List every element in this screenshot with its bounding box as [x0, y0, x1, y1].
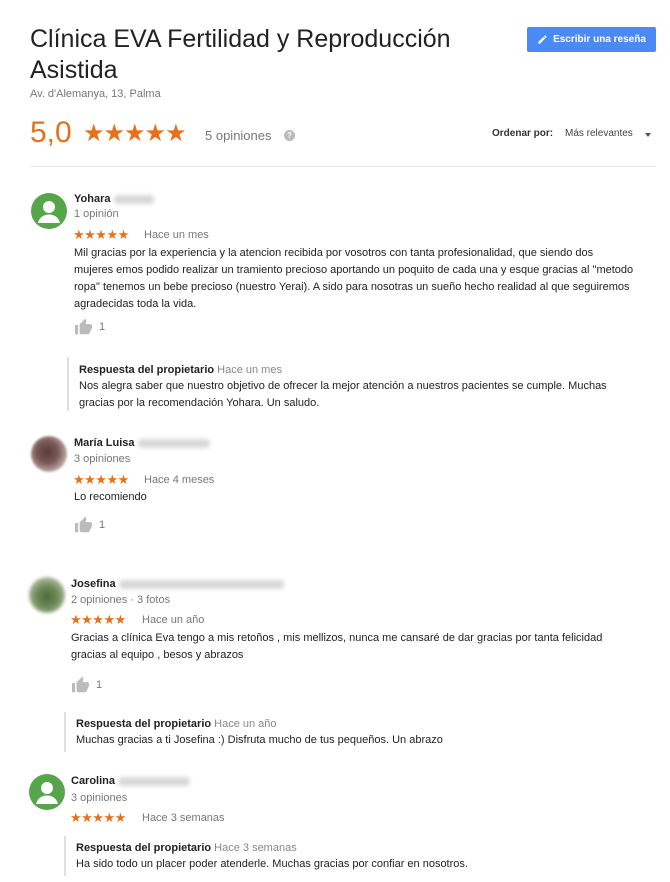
review-time: Hace un año	[142, 614, 205, 626]
avatar[interactable]	[29, 577, 65, 613]
write-review-button[interactable]: Escribir una reseña	[527, 27, 656, 52]
divider	[30, 166, 656, 167]
review-text: Gracias a clínica Eva tengo a mis retoño…	[71, 632, 603, 661]
review-stars: ★★★★★	[73, 227, 129, 242]
avatar[interactable]	[31, 193, 67, 229]
review-stars: ★★★★★	[70, 612, 126, 627]
owner-reply-title: Respuesta del propietario Hace un mes	[79, 364, 282, 376]
blurred-surname	[113, 194, 154, 204]
reviewer-name[interactable]: María Luisa	[74, 437, 210, 449]
review-time: Hace un mes	[144, 229, 209, 241]
blurred-surname	[118, 776, 191, 786]
owner-reply-title: Respuesta del propietario Hace 3 semanas	[76, 842, 297, 854]
like-button[interactable]: 1	[71, 676, 102, 693]
like-count: 1	[99, 320, 106, 333]
review-time: Hace 4 meses	[144, 474, 215, 486]
reply-bar	[64, 712, 66, 752]
help-icon[interactable]: ?	[284, 130, 295, 141]
owner-reply-time: Hace 3 semanas	[214, 842, 297, 854]
average-rating: 5,0	[30, 116, 72, 149]
blurred-surname	[118, 579, 284, 589]
thumbs-up-icon	[72, 676, 89, 693]
caret-down-icon[interactable]	[645, 133, 651, 137]
like-count: 1	[99, 518, 106, 531]
like-button[interactable]: 1	[74, 318, 105, 335]
page-title: Clínica EVA Fertilidad y Reproducción As…	[30, 25, 451, 84]
review-text: Lo recomiendo	[74, 491, 147, 503]
business-address: Av. d'Alemanya, 13, Palma	[30, 88, 161, 100]
thumbs-up-icon	[75, 516, 92, 533]
like-button[interactable]: 1	[74, 516, 105, 533]
review-count[interactable]: 5 opiniones	[205, 128, 272, 143]
reviewer-meta: 3 opiniones	[71, 792, 128, 804]
thumbs-up-icon	[75, 318, 92, 335]
sort-label: Ordenar por:	[492, 128, 554, 139]
owner-reply-time: Hace un mes	[217, 364, 282, 376]
reviewer-name[interactable]: Yohara	[74, 193, 154, 205]
review-text: Mil gracias por la experiencia y la aten…	[74, 247, 634, 310]
reviewer-name[interactable]: Josefina	[71, 578, 284, 590]
person-icon	[36, 782, 58, 804]
review-time: Hace 3 semanas	[142, 812, 225, 824]
reply-bar	[67, 357, 69, 411]
review-stars: ★★★★★	[70, 810, 126, 825]
reviewer-name[interactable]: Carolina	[71, 775, 191, 787]
pencil-icon	[538, 35, 547, 44]
owner-reply-text: Ha sido todo un placer poder atenderle. …	[76, 858, 468, 870]
reviewer-meta: 1 opinión	[74, 208, 119, 220]
average-rating-stars: ★★★★★	[83, 120, 187, 147]
avatar[interactable]	[29, 774, 65, 810]
owner-reply-text: Nos alegra saber que nuestro objetivo de…	[79, 380, 607, 409]
write-review-label: Escribir una reseña	[553, 34, 646, 45]
owner-reply-text: Muchas gracias a ti Josefina :) Disfruta…	[76, 734, 443, 746]
review-stars: ★★★★★	[73, 472, 129, 487]
like-count: 1	[96, 678, 103, 691]
reviewer-meta: 2 opiniones · 3 fotos	[71, 594, 171, 606]
reply-bar	[64, 836, 66, 876]
sort-dropdown[interactable]: Más relevantes	[565, 128, 633, 139]
owner-reply-time: Hace un año	[214, 718, 277, 730]
blurred-surname	[137, 438, 210, 448]
owner-reply-title: Respuesta del propietario Hace un año	[76, 718, 277, 730]
person-icon	[38, 201, 60, 223]
reviewer-meta: 3 opiniones	[74, 453, 131, 465]
avatar[interactable]	[31, 436, 67, 472]
